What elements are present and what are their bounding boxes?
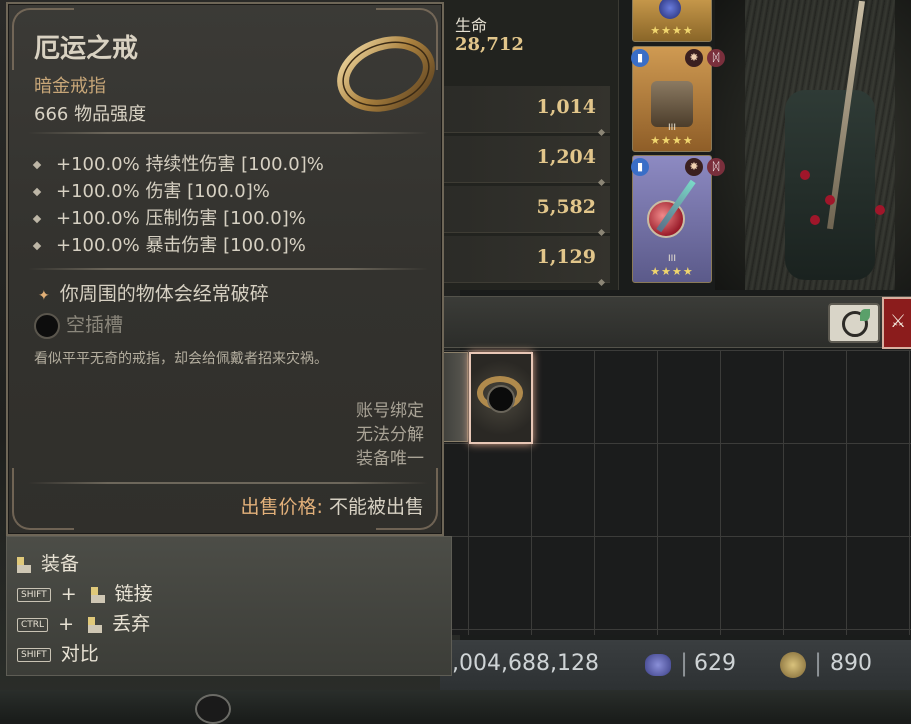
bookmark-icon: ▮ <box>631 49 649 67</box>
item-power: 666 物品强度 <box>34 104 147 125</box>
sell-price: 出售价格: 不能被出售 <box>241 492 424 519</box>
stat-row: 1,129 <box>440 236 610 287</box>
tag-unique-equipped: 装备唯一 <box>356 449 424 469</box>
tag-cannot-salvage: 无法分解 <box>356 425 424 445</box>
divider <box>28 482 428 484</box>
affix-line: +100.0% 压制伤害 [100.0]% <box>32 204 306 230</box>
rune-icon: ᛞ <box>707 49 725 67</box>
item-tags: 账号绑定 无法分解 装备唯一 <box>356 399 424 471</box>
ring-icon <box>337 36 435 112</box>
life-label: 生命 <box>455 16 488 35</box>
bookmark-icon: ▮ <box>631 158 649 176</box>
item-type: 暗金戒指 <box>34 76 106 97</box>
inventory-item-partial[interactable] <box>440 352 468 442</box>
boots-icon <box>651 81 693 127</box>
inventory-item-ring-selected[interactable] <box>469 352 533 444</box>
stat-value: 5,582 <box>536 196 597 218</box>
stat-value: 1,204 <box>536 146 597 168</box>
shift-key-icon: SHIFT <box>17 587 51 602</box>
stat-value: 1,129 <box>536 246 597 268</box>
hint-equip[interactable]: 装备 <box>17 549 79 576</box>
card-stars: ★★★★ <box>650 265 694 278</box>
hint-discard[interactable]: CTRL + 丢弃 <box>17 609 150 636</box>
inventory-header: ⚔ <box>440 296 911 349</box>
affix-line: +100.0% 伤害 [100.0]% <box>32 177 270 203</box>
unique-star-icon: ✦ <box>38 288 50 304</box>
item-name: 厄运之戒 <box>34 34 139 64</box>
unique-aspect: ✦ 你周围的物体会经常破碎 <box>38 283 269 305</box>
card-stars: ★★★★ <box>650 134 694 147</box>
flavor-text: 看似平平无奇的戒指，却会给佩戴者招来灾祸。 <box>34 351 328 367</box>
currency-bar: ,004,688,128 | 629 | 890 <box>440 640 911 690</box>
gold-amount: ,004,688,128 <box>452 651 599 676</box>
obol-icon <box>645 654 671 676</box>
burst-icon: ✸ <box>685 158 703 176</box>
obols-amount: 629 <box>694 651 736 676</box>
bottom-strip <box>0 690 911 724</box>
stat-value: 1,014 <box>536 96 597 118</box>
socket-icon <box>34 312 60 339</box>
leaf-icon <box>860 309 870 321</box>
life-value: 28,712 <box>455 34 524 55</box>
mouse-right-icon <box>17 556 31 573</box>
equip-slot-boots[interactable]: ▮ ✸ ᛞ III ★★★★ <box>631 46 725 152</box>
sell-price-label: 出售价格: <box>240 496 323 518</box>
card-tier: III <box>668 254 676 264</box>
stat-row: 1,014 <box>440 86 610 137</box>
burst-icon: ✸ <box>685 49 703 67</box>
mouse-left-icon <box>88 616 103 633</box>
hint-compare[interactable]: SHIFT 对比 <box>17 639 99 666</box>
affix-line: +100.0% 持续性伤害 [100.0]% <box>32 150 324 176</box>
divider <box>28 132 428 134</box>
sapphire-icon <box>659 0 681 19</box>
stat-row: 5,582 <box>440 186 610 237</box>
inventory-tab-sword[interactable]: ⚔ <box>882 297 911 349</box>
character-preview <box>715 0 911 290</box>
affix-line: +100.0% 暴击伤害 [100.0]% <box>32 231 306 257</box>
mouse-left-icon <box>90 586 105 603</box>
item-tooltip: 厄运之戒 暗金戒指 666 物品强度 +100.0% 持续性伤害 [100.0]… <box>6 2 444 536</box>
equip-slot-amulet[interactable]: ★★★★ <box>632 0 712 42</box>
hint-link[interactable]: SHIFT + 链接 <box>17 579 153 606</box>
empty-socket: 空插槽 <box>34 310 123 339</box>
sell-price-value: 不能被出售 <box>328 496 424 518</box>
rune-icon: ᛞ <box>707 158 725 176</box>
socket-icon <box>487 385 515 413</box>
card-stars: ★★★★ <box>650 24 694 37</box>
stat-row: 1,204 <box>440 136 610 187</box>
red-dust-amount: 890 <box>830 651 872 676</box>
controls-hints: 装备 SHIFT + 链接 CTRL + 丢弃 SHIFT 对比 <box>6 536 452 676</box>
card-tier: III <box>668 123 676 133</box>
equip-slot-weapon[interactable]: ▮ ✸ ᛞ III ★★★★ <box>631 155 725 283</box>
inventory-tab-consumables[interactable] <box>828 303 880 343</box>
crossed-swords-icon: ⚔ <box>890 311 907 332</box>
red-dust-icon <box>780 652 806 678</box>
shift-key-icon: SHIFT <box>17 647 51 662</box>
tag-account-bound: 账号绑定 <box>356 401 424 421</box>
ctrl-key-icon: CTRL <box>17 617 49 632</box>
divider <box>28 268 428 270</box>
